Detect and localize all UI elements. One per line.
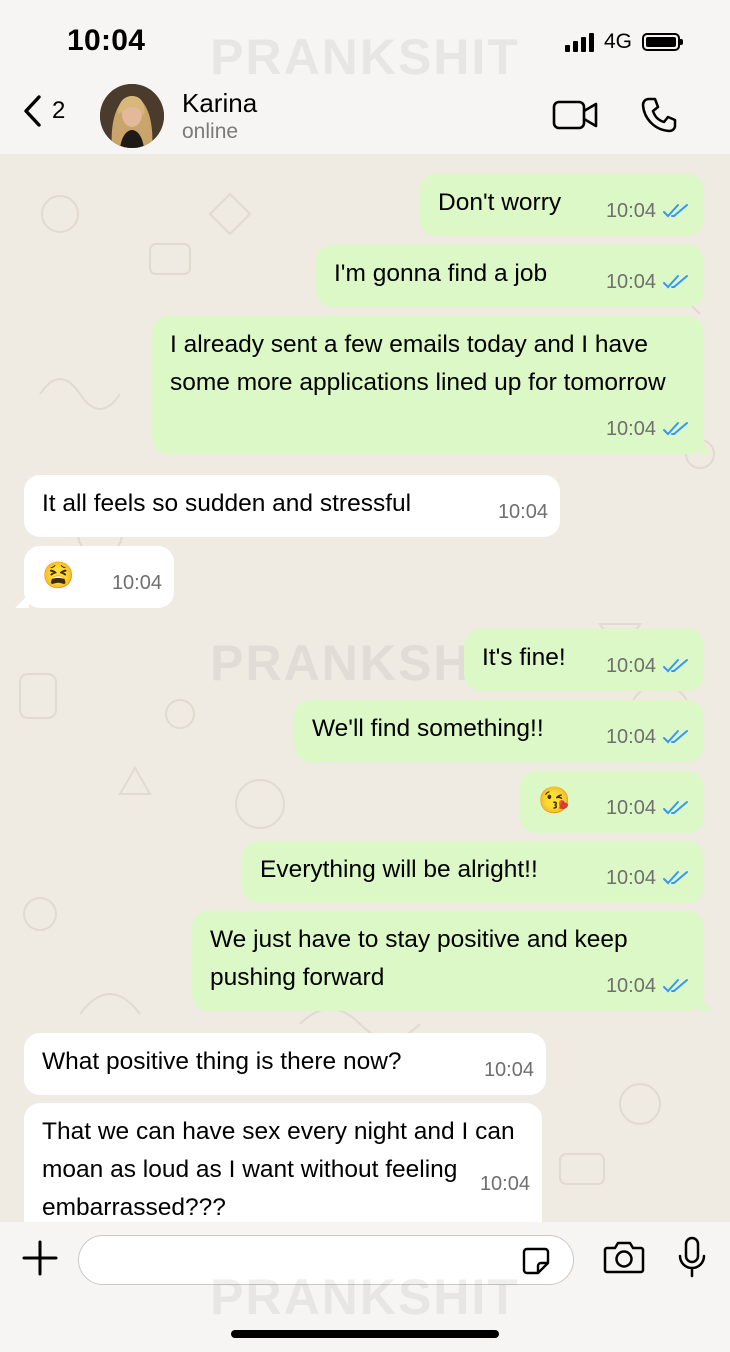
message-bubble-outgoing[interactable]: 😘 10:04: [520, 771, 704, 833]
message-meta: 10:04: [606, 718, 690, 756]
contact-name[interactable]: Karina: [182, 88, 257, 119]
message-bubble-outgoing[interactable]: I already sent a few emails today and I …: [152, 316, 713, 454]
message-text: What positive thing is there now?: [42, 1048, 402, 1075]
message-meta: 10:04: [606, 263, 690, 301]
status-indicators: 4G: [564, 30, 683, 54]
signal-icon: [564, 32, 594, 52]
message-bubble-incoming[interactable]: It all feels so sudden and stressful 10:…: [24, 475, 560, 537]
phone-call-icon[interactable]: [640, 96, 678, 134]
message-time: 10:04: [605, 797, 656, 819]
message-emoji: 😘: [538, 785, 571, 815]
message-time: 10:04: [479, 1173, 530, 1195]
message-text: Don't worry: [438, 189, 562, 216]
network-type: 4G: [603, 30, 632, 53]
unread-count: 2: [52, 97, 66, 124]
video-call-icon[interactable]: [552, 98, 600, 132]
message-text: Everything will be alright!!: [260, 856, 538, 883]
message-time: 10:04: [497, 501, 548, 523]
message-meta: 10:04: [606, 410, 690, 448]
message-bubble-outgoing[interactable]: Everything will be alright!! 10:04: [242, 841, 704, 903]
message-meta: 10:04: [606, 789, 690, 827]
double-check-icon: [663, 871, 688, 885]
status-time: 10:04: [67, 24, 146, 57]
message-meta: 10:04: [498, 493, 548, 531]
double-check-icon: [663, 275, 688, 289]
plus-icon[interactable]: [22, 1240, 58, 1276]
message-text: We just have to stay positive and keep p…: [210, 926, 628, 991]
message-time: 10:04: [605, 271, 656, 293]
message-meta: 10:04: [606, 192, 690, 230]
message-text: It's fine!: [482, 644, 566, 671]
avatar[interactable]: [100, 84, 164, 148]
message-text: I already sent a few emails today and I …: [170, 331, 666, 396]
message-text: That we can have sex every night and I c…: [42, 1118, 515, 1221]
message-meta: 10:04: [112, 564, 162, 602]
message-input[interactable]: [78, 1235, 574, 1285]
camera-icon[interactable]: [603, 1239, 645, 1275]
message-time: 10:04: [605, 200, 656, 222]
message-time: 10:04: [483, 1059, 534, 1081]
message-bubble-outgoing[interactable]: It's fine! 10:04: [464, 629, 704, 691]
double-check-icon: [663, 801, 688, 815]
message-bubble-outgoing[interactable]: I'm gonna find a job 10:04: [316, 245, 704, 307]
double-check-icon: [663, 730, 688, 744]
microphone-icon[interactable]: [676, 1236, 708, 1278]
message-bubble-outgoing[interactable]: Don't worry 10:04: [420, 174, 704, 236]
message-time: 10:04: [605, 655, 656, 677]
message-time: 10:04: [605, 726, 656, 748]
message-text: We'll find something!!: [312, 715, 544, 742]
home-indicator: [231, 1330, 499, 1338]
chevron-left-icon: [24, 95, 41, 127]
message-time: 10:04: [111, 572, 162, 594]
sticker-icon[interactable]: [521, 1246, 551, 1276]
contact-status: online: [182, 120, 239, 143]
message-bubble-incoming[interactable]: That we can have sex every night and I c…: [24, 1103, 542, 1222]
message-text: I'm gonna find a job: [334, 260, 548, 287]
message-time: 10:04: [605, 867, 656, 889]
double-check-icon: [663, 422, 688, 436]
message-bubble-incoming[interactable]: 😫 10:04: [15, 546, 174, 608]
back-button[interactable]: 2: [22, 94, 65, 128]
message-meta: 10:04: [606, 859, 690, 897]
message-emoji: 😫: [42, 560, 75, 590]
message-time: 10:04: [605, 975, 656, 997]
chat-header: 2 Karina online: [0, 82, 730, 154]
message-meta: 10:04: [606, 967, 690, 1005]
battery-icon: [642, 33, 683, 51]
composer-bar: [0, 1222, 730, 1352]
message-meta: 10:04: [480, 1165, 530, 1203]
message-meta: 10:04: [606, 647, 690, 685]
message-time: 10:04: [605, 418, 656, 440]
message-bubble-outgoing[interactable]: We'll find something!! 10:04: [294, 700, 704, 762]
message-bubble-outgoing[interactable]: We just have to stay positive and keep p…: [192, 911, 713, 1011]
double-check-icon: [663, 659, 688, 673]
message-list[interactable]: PRANKSHIT Don't worry 10:04 I'm gonna fi…: [0, 154, 730, 1222]
status-bar: 10:04 4G: [0, 0, 730, 82]
message-text: It all feels so sudden and stressful: [42, 490, 412, 517]
message-bubble-incoming[interactable]: What positive thing is there now? 10:04: [24, 1033, 546, 1095]
double-check-icon: [663, 204, 688, 218]
message-meta: 10:04: [484, 1051, 534, 1089]
double-check-icon: [663, 979, 688, 993]
